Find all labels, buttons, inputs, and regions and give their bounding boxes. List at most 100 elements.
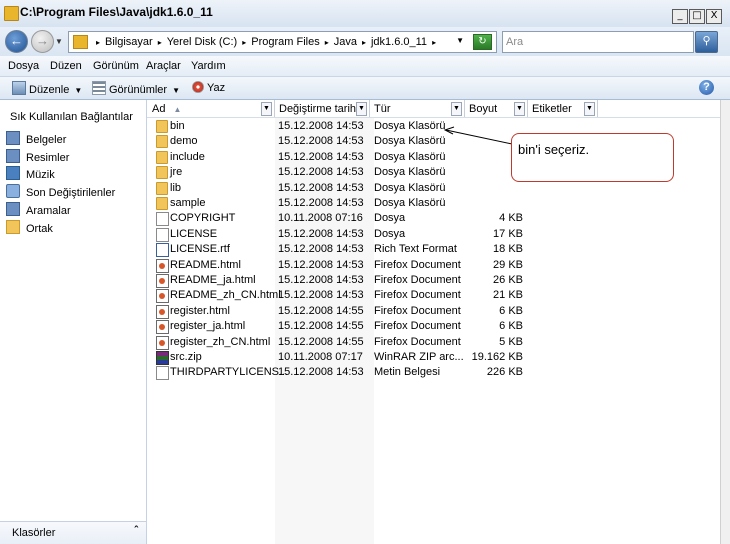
menu-help[interactable]: Yardım [191, 60, 226, 72]
nav-item-searches[interactable]: Aramalar [6, 202, 71, 218]
column-header-size[interactable]: Boyut ▼ [464, 100, 528, 117]
file-date: 15.12.2008 14:53 [278, 366, 364, 379]
address-dropdown[interactable]: ▼ [456, 36, 464, 45]
column-header-name[interactable]: Ad ▲ ▼ [147, 100, 275, 117]
file-type: Firefox Document [374, 320, 461, 333]
breadcrumb-item[interactable]: Java [334, 36, 357, 48]
html-document-icon [156, 274, 169, 288]
html-document-icon [156, 258, 169, 273]
html-document-icon [156, 304, 169, 319]
file-name: bin [170, 120, 185, 132]
search-button[interactable]: ⚲ [695, 31, 718, 53]
searches-icon [6, 202, 20, 216]
refresh-button[interactable]: ↻ [473, 34, 492, 50]
file-name: register.html [170, 304, 230, 317]
views-icon [92, 81, 106, 95]
breadcrumb-item[interactable]: Yerel Disk (C:) [167, 36, 238, 48]
file-row[interactable]: lib 15.12.2008 14:53 Dosya Klasörü [147, 181, 720, 196]
file-row[interactable]: register_zh_CN.html 15.12.2008 14:55 Firef… [147, 335, 720, 350]
address-bar[interactable]: ▸ Bilgisayar ▸ Yerel Disk (C:) ▸ Program File… [68, 31, 497, 53]
file-name: LICENSE [170, 227, 218, 240]
file-type: Firefox Document [374, 258, 461, 271]
file-row[interactable]: src.zip 10.11.2008 07:17 WinRAR ZIP arc...… [147, 350, 720, 365]
file-row[interactable]: sample 15.12.2008 14:53 Dosya Klasörü [147, 196, 720, 211]
recent-pages-dropdown[interactable]: ▼ [55, 37, 63, 46]
column-header-date[interactable]: Değiştirme tarihi ▼ [274, 100, 370, 117]
file-size: 226 KB [486, 366, 523, 379]
scrollbar[interactable] [720, 100, 730, 544]
breadcrumb-separator[interactable]: ▸ [362, 38, 366, 47]
column-header-tags[interactable]: Etiketler ▼ [527, 100, 598, 117]
organize-button[interactable]: Düzenle ▼ [12, 81, 82, 96]
column-filter-dropdown[interactable]: ▼ [451, 102, 462, 116]
file-date: 15.12.2008 14:55 [278, 304, 364, 317]
file-row[interactable]: LICENSE.rtf 15.12.2008 14:53 Rich Text For… [147, 242, 720, 258]
breadcrumb-separator[interactable]: ▸ [325, 38, 329, 47]
file-row[interactable]: README.html 15.12.2008 14:53 Firefox Docum… [147, 258, 720, 273]
column-filter-dropdown[interactable]: ▼ [261, 102, 272, 116]
zip-archive-icon [156, 351, 169, 365]
nav-item-music[interactable]: Müzik [6, 166, 55, 182]
views-button[interactable]: Görünümler ▼ [92, 81, 180, 96]
file-row[interactable]: register.html 15.12.2008 14:55 Firefox Doc… [147, 304, 720, 319]
breadcrumb-item[interactable]: Bilgisayar [105, 36, 153, 48]
burn-button[interactable]: Yaz [192, 81, 225, 94]
file-type: Dosya [374, 227, 406, 240]
file-date: 15.12.2008 14:53 [278, 135, 364, 148]
breadcrumb-item[interactable]: Program Files [251, 36, 319, 48]
document-icon [156, 366, 169, 381]
music-icon [6, 166, 20, 180]
favorite-links-heading: Sık Kullanılan Bağlantılar [10, 111, 133, 123]
menu-tools[interactable]: Araçlar [146, 60, 181, 72]
search-input[interactable]: Ara [502, 31, 694, 53]
help-button[interactable]: ? [699, 80, 714, 95]
file-name: README_zh_CN.html [170, 289, 281, 302]
rtf-document-icon [156, 243, 169, 258]
file-row[interactable]: bin 15.12.2008 14:53 Dosya Klasörü [147, 119, 720, 134]
file-date: 15.12.2008 14:55 [278, 320, 364, 333]
minimize-button[interactable]: _ [672, 9, 688, 24]
sort-ascending-icon: ▲ [173, 105, 182, 114]
file-row[interactable]: COPYRIGHT 10.11.2008 07:16 Dosya 4 KB [147, 211, 720, 227]
address-row: ← → ▼ ▸ Bilgisayar ▸ Yerel Disk (C:) ▸ Progra… [0, 27, 730, 56]
recent-icon [6, 184, 20, 198]
file-size: 5 KB [499, 335, 523, 348]
file-name: sample [170, 197, 206, 209]
breadcrumb-separator[interactable]: ▸ [158, 38, 162, 47]
folder-icon [156, 135, 168, 149]
column-header-type[interactable]: Tür ▼ [369, 100, 465, 117]
folder-icon [4, 6, 19, 21]
nav-item-documents[interactable]: Belgeler [6, 131, 66, 147]
nav-item-public[interactable]: Ortak [6, 220, 53, 236]
explorer-window: C:\Program Files\Java\jdk1.6.0_11 _ □ X … [0, 0, 730, 544]
folder-icon [156, 166, 168, 180]
menu-edit[interactable]: Düzen [50, 60, 82, 72]
file-size: 19.162 KB [471, 351, 523, 363]
nav-item-pictures[interactable]: Resimler [6, 149, 69, 165]
folders-toggle[interactable]: Klasörler ˆ [0, 521, 146, 544]
file-name: include [170, 150, 205, 163]
folder-icon [156, 150, 168, 164]
column-filter-dropdown[interactable]: ▼ [514, 102, 525, 116]
file-type: Rich Text Format [374, 243, 457, 256]
breadcrumb-separator[interactable]: ▸ [96, 38, 100, 47]
breadcrumb-separator[interactable]: ▸ [432, 38, 436, 47]
maximize-button[interactable]: □ [689, 9, 705, 24]
menu-file[interactable]: Dosya [8, 60, 39, 72]
forward-button[interactable]: → [31, 30, 54, 53]
back-button[interactable]: ← [5, 30, 28, 53]
file-date: 15.12.2008 14:53 [278, 150, 364, 163]
nav-item-recent[interactable]: Son Değiştirilenler [6, 184, 115, 200]
file-row[interactable]: LICENSE 15.12.2008 14:53 Dosya 17 KB [147, 227, 720, 242]
breadcrumb-separator[interactable]: ▸ [242, 38, 246, 47]
file-row[interactable]: README_zh_CN.html 15.12.2008 14:53 Firefox… [147, 288, 720, 304]
column-filter-dropdown[interactable]: ▼ [356, 102, 367, 116]
file-row[interactable]: README_ja.html 15.12.2008 14:53 Firefox Do… [147, 273, 720, 288]
command-bar: Düzenle ▼ Görünümler ▼ Yaz ? [0, 77, 730, 100]
breadcrumb-item[interactable]: jdk1.6.0_11 [371, 36, 427, 48]
column-filter-dropdown[interactable]: ▼ [584, 102, 595, 116]
file-row[interactable]: register_ja.html 15.12.2008 14:55 Firefox … [147, 319, 720, 335]
file-row[interactable]: THIRDPARTYLICENS... 15.12.2008 14:53 Metin… [147, 365, 720, 381]
menu-view[interactable]: Görünüm [93, 60, 139, 72]
close-button[interactable]: X [706, 9, 722, 24]
